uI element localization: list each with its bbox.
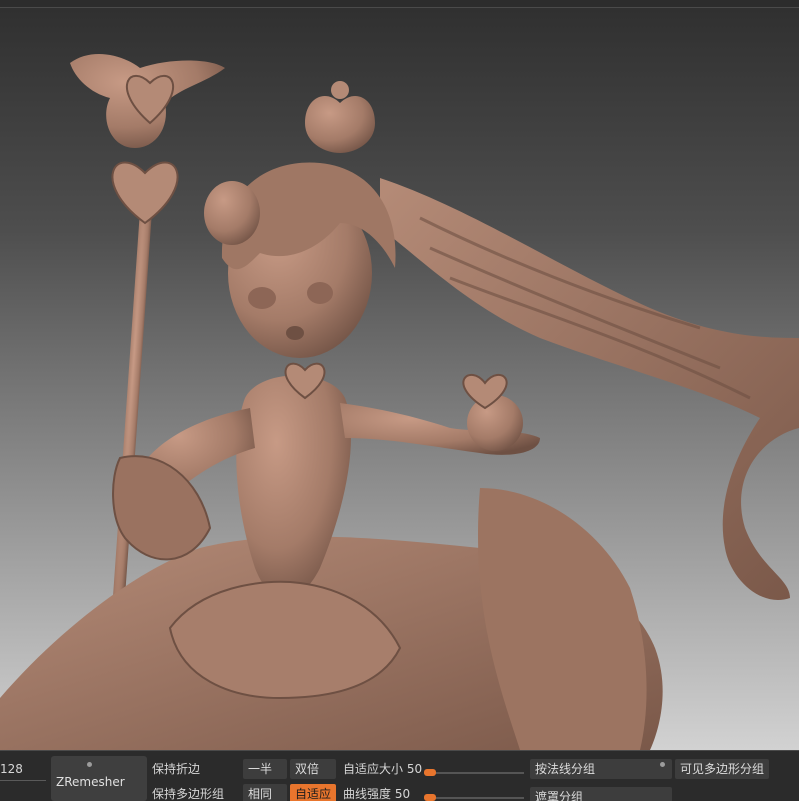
slider-track: [424, 772, 524, 774]
eye-right: [307, 282, 333, 304]
mouth: [286, 326, 304, 340]
curve-strength-label: 曲线强度 50: [343, 787, 411, 801]
top-toolbar-edge: [0, 0, 799, 8]
hair-bun: [204, 181, 260, 245]
canvas-viewport[interactable]: [0, 8, 799, 750]
adapt-button[interactable]: 自适应: [290, 784, 336, 801]
zremesher-button[interactable]: ZRemesher: [51, 756, 147, 801]
crown: [305, 95, 375, 153]
indicator-dot-icon: [660, 762, 665, 767]
visible-polygroups-button[interactable]: 可见多边形分组: [675, 759, 769, 779]
staff-heart-lower: [111, 161, 179, 225]
target-polygon-count[interactable]: 128: [0, 759, 23, 779]
crown-ball: [331, 81, 349, 99]
adaptive-size-slider[interactable]: 自适应大小 50: [340, 759, 530, 779]
count-underline: [0, 780, 46, 781]
adaptive-size-label: 自适应大小 50: [343, 762, 423, 776]
sculpt-preview: [0, 53, 799, 750]
zremesher-panel: 128 ZRemesher 保持折边 保持多边形组 一半 相同 双倍 自适应 自…: [0, 750, 799, 801]
slider-track: [424, 797, 524, 799]
double-button[interactable]: 双倍: [290, 759, 336, 779]
slider-handle[interactable]: [424, 769, 436, 776]
zremesher-label: ZRemesher: [56, 775, 125, 789]
group-by-normals-button[interactable]: 按法线分组: [530, 759, 672, 779]
curve-strength-slider[interactable]: 曲线强度 50: [340, 784, 530, 801]
right-hand-orb: [467, 395, 523, 451]
keep-creases-toggle[interactable]: 保持折边: [152, 759, 200, 779]
half-button[interactable]: 一半: [243, 759, 287, 779]
keep-groups-toggle[interactable]: 保持多边形组: [152, 784, 224, 801]
same-button[interactable]: 相同: [243, 784, 287, 801]
group-by-normals-label: 按法线分组: [535, 762, 596, 776]
indicator-dot-icon: [87, 762, 92, 767]
eye-left: [248, 287, 276, 309]
mask-groups-button[interactable]: 遮罩分组: [530, 787, 672, 801]
